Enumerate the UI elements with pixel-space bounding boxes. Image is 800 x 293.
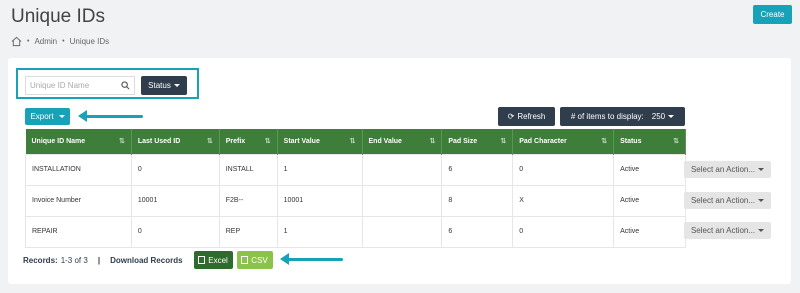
main-panel: Status Export ⟳ Refresh # of items to di…: [8, 58, 791, 284]
table-cell: 10001: [130, 184, 220, 217]
sort-icon: ⇅: [349, 138, 356, 145]
annotation-arrow: [280, 253, 343, 265]
records-count: 1-3 of 3: [60, 255, 88, 265]
create-button[interactable]: Create: [753, 5, 792, 24]
refresh-label: Refresh: [517, 112, 546, 121]
table-cell: Active: [613, 153, 686, 186]
action-label: Select an Action...: [690, 196, 756, 205]
search-input[interactable]: [30, 81, 121, 90]
excel-download-button[interactable]: Excel: [193, 251, 233, 269]
caret-down-icon: [758, 168, 765, 171]
refresh-button[interactable]: ⟳ Refresh: [498, 107, 555, 126]
column-header[interactable]: Last Used ID ⇅: [131, 129, 220, 154]
table-cell: 8: [441, 184, 514, 217]
table-cell: [361, 153, 443, 186]
table-cell: REP: [218, 215, 278, 248]
sort-icon: ⇅: [119, 138, 125, 145]
table-row: Invoice Number 10001 F2B-- 10001 8 X Act…: [25, 184, 686, 217]
caret-down-icon: [758, 229, 765, 232]
caret-down-icon: [758, 199, 765, 202]
column-header[interactable]: Pad Character ⇅: [512, 129, 615, 154]
column-header[interactable]: Pad Size ⇅: [441, 129, 514, 154]
unique-ids-table: Unique ID Name ⇅ Last Used ID ⇅ Prefix ⇅ St…: [25, 129, 686, 248]
breadcrumb-separator: •: [62, 38, 65, 45]
table-cell: 1: [276, 215, 363, 248]
breadcrumb-item-unique-ids: Unique IDs: [69, 37, 110, 46]
sort-icon: ⇅: [673, 138, 679, 145]
excel-label: Excel: [208, 255, 228, 265]
table-cell: X: [512, 184, 615, 217]
search-field[interactable]: [25, 76, 135, 95]
table-cell: 1: [276, 153, 363, 186]
column-header[interactable]: Unique ID Name ⇅: [25, 129, 132, 154]
sort-icon: ⇅: [500, 138, 507, 145]
refresh-icon: ⟳: [507, 112, 515, 121]
sort-icon: ⇅: [429, 138, 436, 145]
table-cell: 0: [512, 153, 615, 186]
breadcrumb-item-admin[interactable]: Admin: [34, 37, 57, 46]
download-label: Download Records: [110, 255, 183, 265]
page-title: Unique IDs: [11, 6, 105, 27]
csv-download-button[interactable]: CSV: [236, 251, 273, 269]
table-cell: REPAIR: [25, 215, 132, 248]
table-cell: Invoice Number: [25, 184, 132, 217]
table-cell: 0: [130, 153, 220, 186]
table-cell: 6: [441, 153, 514, 186]
sort-icon: ⇅: [601, 138, 608, 145]
table-footer: Records: 1-3 of 3 | Download Records Exc…: [23, 251, 273, 269]
action-label: Select an Action...: [690, 226, 756, 235]
table-cell: F2B--: [218, 184, 278, 217]
action-label: Select an Action...: [690, 165, 756, 174]
table-row: REPAIR 0 REP 1 6 0 Active: [25, 215, 686, 248]
table-cell: 6: [441, 215, 514, 248]
status-label: Status: [148, 81, 171, 90]
table-row: INSTALLATION 0 INSTALL 1 6 0 Active: [25, 153, 686, 186]
records-label: Records:: [23, 255, 58, 265]
search-filter-box: Status: [16, 68, 199, 99]
column-header[interactable]: Prefix ⇅: [219, 129, 278, 154]
table-cell: INSTALLATION: [25, 153, 132, 186]
table-cell: INSTALL: [218, 153, 278, 186]
sort-icon: ⇅: [206, 138, 213, 145]
sort-icon: ⇅: [264, 138, 271, 145]
row-action-dropdown[interactable]: Select an Action...: [684, 192, 771, 209]
caret-down-icon: [173, 84, 180, 87]
column-header[interactable]: End Value ⇅: [362, 129, 443, 154]
breadcrumb-separator: •: [27, 38, 30, 45]
table-cell: Active: [613, 184, 686, 217]
row-action-dropdown[interactable]: Select an Action...: [684, 222, 771, 239]
table-cell: [361, 184, 443, 217]
divider: |: [97, 255, 101, 265]
table-cell: 0: [512, 215, 615, 248]
csv-label: CSV: [251, 255, 268, 265]
home-icon[interactable]: [11, 36, 22, 47]
search-icon[interactable]: [121, 81, 130, 90]
status-dropdown[interactable]: Status: [141, 76, 187, 95]
annotation-arrow: [78, 110, 143, 122]
table-cell: 0: [130, 215, 220, 248]
table-cell: 10001: [276, 184, 363, 217]
items-label: # of items to display:: [570, 112, 644, 121]
caret-down-icon: [668, 115, 675, 118]
column-header[interactable]: Status ⇅: [613, 129, 686, 154]
caret-down-icon: [58, 115, 65, 118]
export-button[interactable]: Export: [25, 108, 70, 125]
items-value: 250: [651, 112, 666, 121]
export-label: Export: [30, 112, 54, 121]
items-per-page-dropdown[interactable]: # of items to display: 250: [560, 107, 685, 126]
table-cell: [361, 215, 443, 248]
excel-file-icon: [198, 256, 206, 264]
column-header[interactable]: Start Value ⇅: [277, 129, 363, 154]
breadcrumb: • Admin • Unique IDs: [11, 36, 109, 47]
csv-file-icon: [241, 256, 249, 264]
row-action-dropdown[interactable]: Select an Action...: [684, 161, 771, 178]
table-cell: Active: [613, 215, 686, 248]
